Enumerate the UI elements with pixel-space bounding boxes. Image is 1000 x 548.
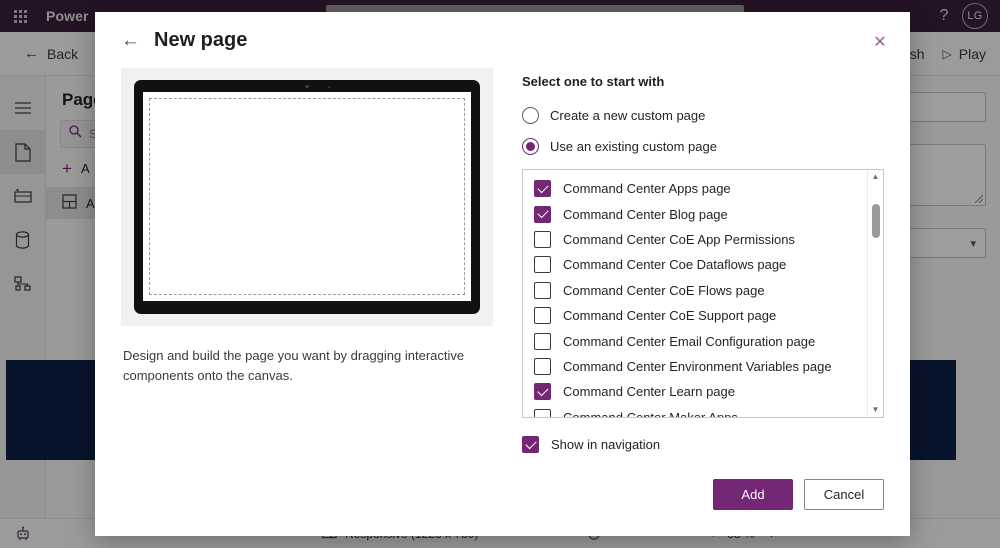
checkbox-icon[interactable] — [534, 180, 551, 198]
listbox-scrollbar[interactable]: ▲ ▼ — [867, 170, 883, 417]
list-item-label: Command Center CoE App Permissions — [563, 231, 795, 247]
list-item[interactable]: Command Center Blog page — [523, 201, 883, 226]
list-item[interactable]: Command Center CoE App Permissions — [523, 227, 883, 252]
tablet-device-preview — [121, 68, 493, 326]
list-item-label: Command Center CoE Support page — [563, 308, 777, 324]
custom-pages-list: Command Center Apps page Command Center … — [523, 170, 883, 418]
options-column: Select one to start with Create a new cu… — [493, 68, 884, 453]
app-root: Power ? LG ← Back ish ▷ Play Page S + A … — [0, 0, 1000, 548]
dialog-title: New page — [154, 28, 248, 51]
list-item-label: Command Center Email Configuration page — [563, 333, 816, 349]
radio-use-existing-custom-page[interactable]: Use an existing custom page — [522, 138, 884, 155]
cancel-button[interactable]: Cancel — [804, 479, 884, 510]
preview-column: Design and build the page you want by dr… — [121, 68, 493, 453]
list-item-label: Command Center Maker Apps — [563, 409, 738, 418]
checkbox-icon[interactable] — [534, 230, 551, 248]
preview-description: Design and build the page you want by dr… — [123, 348, 465, 384]
radio-label: Use an existing custom page — [550, 139, 717, 154]
list-item[interactable]: Command Center Environment Variables pag… — [523, 354, 883, 379]
checkbox-icon[interactable] — [534, 357, 551, 375]
show-in-navigation-label: Show in navigation — [551, 437, 661, 452]
list-item[interactable]: Command Center Email Configuration page — [523, 328, 883, 353]
dialog-header: ← New page ✕ — [95, 12, 910, 68]
checkbox-icon[interactable] — [534, 332, 551, 350]
list-item-label: Command Center Blog page — [563, 206, 728, 222]
scroll-up-arrow[interactable]: ▲ — [872, 173, 880, 181]
checkbox-icon[interactable] — [522, 436, 539, 453]
checkbox-icon[interactable] — [534, 256, 551, 274]
device-screen — [143, 92, 471, 301]
list-item-label: Command Center CoE Flows page — [563, 282, 765, 298]
list-item-label: Command Center Environment Variables pag… — [563, 358, 832, 374]
list-item[interactable]: Command Center CoE Support page — [523, 303, 883, 328]
list-item[interactable]: Command Center Learn page — [523, 379, 883, 404]
dialog-back-button[interactable]: ← — [121, 31, 140, 50]
device-frame — [134, 80, 480, 314]
dialog-body: Design and build the page you want by dr… — [95, 68, 910, 453]
scrollbar-thumb[interactable] — [872, 204, 880, 238]
show-in-navigation-checkbox[interactable]: Show in navigation — [522, 436, 884, 453]
list-item[interactable]: Command Center CoE Flows page — [523, 278, 883, 303]
checkbox-icon[interactable] — [534, 383, 551, 401]
radio-icon — [522, 107, 539, 124]
list-item-label: Command Center Coe Dataflows page — [563, 257, 787, 273]
select-one-label: Select one to start with — [522, 74, 665, 89]
checkbox-icon[interactable] — [534, 307, 551, 325]
checkbox-icon[interactable] — [534, 205, 551, 223]
radio-label: Create a new custom page — [550, 108, 706, 123]
device-camera-icon — [305, 85, 309, 88]
list-item-label: Command Center Learn page — [563, 384, 735, 400]
list-item[interactable]: Command Center Maker Apps — [523, 405, 883, 418]
scroll-down-arrow[interactable]: ▼ — [872, 406, 880, 414]
add-button[interactable]: Add — [713, 479, 793, 510]
list-item-label: Command Center Apps page — [563, 181, 731, 197]
new-page-dialog: ← New page ✕ Design and build the page y… — [95, 12, 910, 536]
dialog-footer: Add Cancel — [713, 479, 884, 510]
custom-pages-listbox[interactable]: Command Center Apps page Command Center … — [522, 169, 884, 418]
close-x-icon[interactable]: ✕ — [866, 28, 894, 56]
radio-icon-selected — [522, 138, 539, 155]
device-sensor-icon — [328, 86, 330, 88]
radio-create-new-custom-page[interactable]: Create a new custom page — [522, 107, 884, 124]
dashed-canvas-outline — [149, 98, 465, 295]
list-item[interactable]: Command Center Apps page — [523, 176, 883, 201]
checkbox-icon[interactable] — [534, 408, 551, 417]
checkbox-icon[interactable] — [534, 281, 551, 299]
list-item[interactable]: Command Center Coe Dataflows page — [523, 252, 883, 277]
